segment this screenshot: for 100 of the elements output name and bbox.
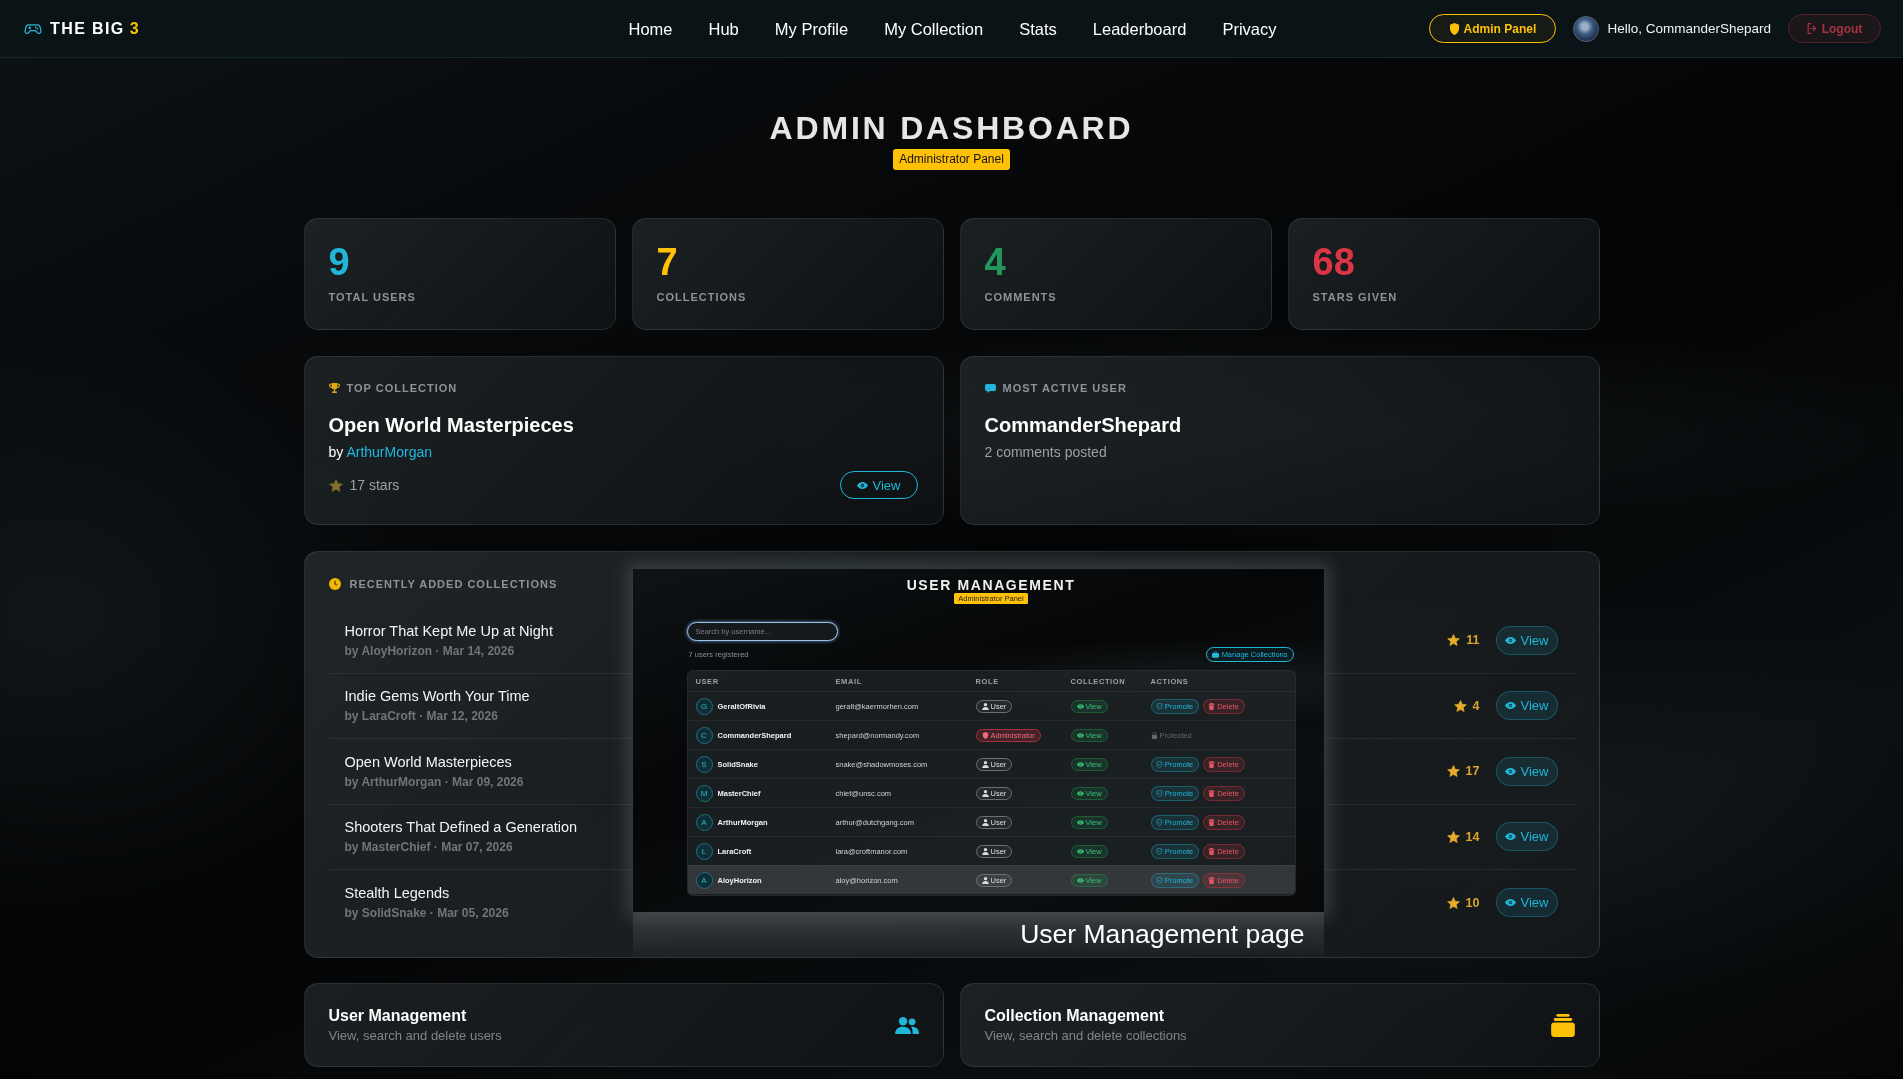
stat-label: TOTAL USERS xyxy=(328,291,417,304)
author-line: by ArthurMorgan xyxy=(328,443,433,461)
star-count: 11 xyxy=(1466,633,1480,648)
nav-link[interactable]: My Collection xyxy=(866,18,1002,39)
user-avatar: A xyxy=(695,813,713,831)
star-count: 17 xyxy=(1465,764,1480,779)
section-label: MOST ACTIVE USER xyxy=(1002,381,1127,395)
star-icon xyxy=(1453,699,1467,712)
person-icon xyxy=(981,789,989,797)
stat-label: COMMENTS xyxy=(984,291,1058,304)
stat-label: COLLECTIONS xyxy=(656,291,748,304)
page-title: ADMIN DASHBOARD xyxy=(769,111,1134,146)
shield-icon xyxy=(1155,760,1163,768)
eye-icon xyxy=(1076,818,1084,826)
stat-value: 4 xyxy=(984,243,1007,281)
user-avatar: S xyxy=(695,755,713,773)
nav-link[interactable]: My Profile xyxy=(756,18,867,39)
person-icon xyxy=(981,818,989,826)
shield-icon xyxy=(1155,702,1163,710)
star-icon xyxy=(328,478,343,492)
eye-icon xyxy=(856,481,868,489)
shield-icon xyxy=(1155,847,1163,855)
star-icon xyxy=(1447,634,1461,647)
lock-icon xyxy=(1150,731,1158,739)
trophy-icon xyxy=(328,383,340,393)
card-description: View, search and delete collections xyxy=(984,1028,1187,1044)
user-avatar: A xyxy=(695,871,713,889)
eye-icon xyxy=(1076,789,1084,797)
user-avatar: C xyxy=(695,726,713,744)
brand-name: THE BIG xyxy=(50,19,125,38)
view-button[interactable]: View xyxy=(1495,822,1558,852)
stat-label: STARS GIVEN xyxy=(1312,291,1399,304)
user-avatar: L xyxy=(695,842,713,860)
trash-icon xyxy=(1208,760,1216,768)
user-avatar xyxy=(1573,15,1600,42)
greeting-text: Hello, CommanderShepard xyxy=(1607,21,1771,36)
briefcase-icon xyxy=(1211,651,1219,658)
collection-meta: by SolidSnake · Mar 05, 2026 xyxy=(344,906,509,922)
chat-icon xyxy=(984,383,996,393)
nav-link[interactable]: Hub xyxy=(690,18,757,39)
eye-icon xyxy=(1504,899,1516,907)
collection-title: Shooters That Defined a Generation xyxy=(344,818,578,837)
collection-title: Open World Masterpieces xyxy=(328,413,575,437)
shield-icon xyxy=(1449,22,1459,35)
eye-icon xyxy=(1076,847,1084,855)
shield-icon xyxy=(1155,818,1163,826)
nav-link[interactable]: Leaderboard xyxy=(1074,18,1205,39)
card-title: Collection Management xyxy=(984,1006,1166,1025)
user-avatar: M xyxy=(695,784,713,802)
person-icon xyxy=(981,702,989,710)
person-icon xyxy=(981,847,989,855)
image-caption: User Management page xyxy=(632,912,1324,957)
nav-link[interactable]: Privacy xyxy=(1204,18,1295,39)
collection-title: Indie Gems Worth Your Time xyxy=(344,687,530,706)
collection-meta: by AloyHorizon · Mar 14, 2026 xyxy=(344,643,516,659)
star-icon xyxy=(1446,896,1460,909)
collection-title: Open World Masterpieces xyxy=(344,752,513,771)
star-count: 17 stars xyxy=(349,477,400,493)
eye-icon xyxy=(1504,702,1516,710)
trash-icon xyxy=(1208,847,1216,855)
person-icon xyxy=(981,760,989,768)
nav-link[interactable]: Home xyxy=(610,18,691,39)
view-button[interactable]: View xyxy=(1495,625,1558,655)
view-button[interactable]: View xyxy=(1495,888,1558,918)
card-title: User Management xyxy=(328,1006,468,1025)
eye-icon xyxy=(1076,702,1084,710)
collection-title: Horror That Kept Me Up at Night xyxy=(344,621,553,640)
author-link[interactable]: ArthurMorgan xyxy=(346,444,432,460)
logout-icon xyxy=(1806,23,1817,34)
trash-icon xyxy=(1208,876,1216,884)
section-label: RECENTLY ADDED COLLECTIONS xyxy=(349,577,558,591)
view-button[interactable]: View xyxy=(1495,756,1558,786)
brand-number: 3 xyxy=(129,19,139,38)
shield-icon xyxy=(1155,876,1163,884)
role-badge: Administrator Panel xyxy=(893,149,1010,170)
view-button[interactable]: View xyxy=(1495,691,1558,721)
star-icon xyxy=(1446,765,1460,778)
stat-value: 7 xyxy=(656,243,679,281)
gamepad-icon xyxy=(24,23,42,34)
user-avatar: G xyxy=(695,697,713,715)
eye-icon xyxy=(1076,731,1084,739)
user-name: CommanderShepard xyxy=(984,413,1183,437)
star-icon xyxy=(1446,830,1460,843)
eye-icon xyxy=(1504,833,1516,841)
collection-meta: by ArthurMorgan · Mar 09, 2026 xyxy=(344,774,524,790)
eye-icon xyxy=(1504,767,1516,775)
card-description: View, search and delete users xyxy=(328,1028,502,1044)
admin-panel-button[interactable]: Admin Panel xyxy=(1429,14,1557,43)
star-count: 4 xyxy=(1472,698,1480,713)
shield-icon xyxy=(981,731,989,739)
section-label: TOP COLLECTION xyxy=(346,381,458,395)
nav-link[interactable]: Stats xyxy=(1001,18,1075,39)
management-card[interactable]: User Management View, search and delete users xyxy=(303,983,944,1067)
stack-icon xyxy=(1550,1013,1575,1037)
stat-value: 68 xyxy=(1312,243,1356,281)
person-icon xyxy=(981,876,989,884)
clock-icon xyxy=(328,578,341,590)
eye-icon xyxy=(1504,636,1516,644)
management-card[interactable]: Collection Management View, search and delete collections xyxy=(959,983,1600,1067)
trash-icon xyxy=(1208,789,1216,797)
